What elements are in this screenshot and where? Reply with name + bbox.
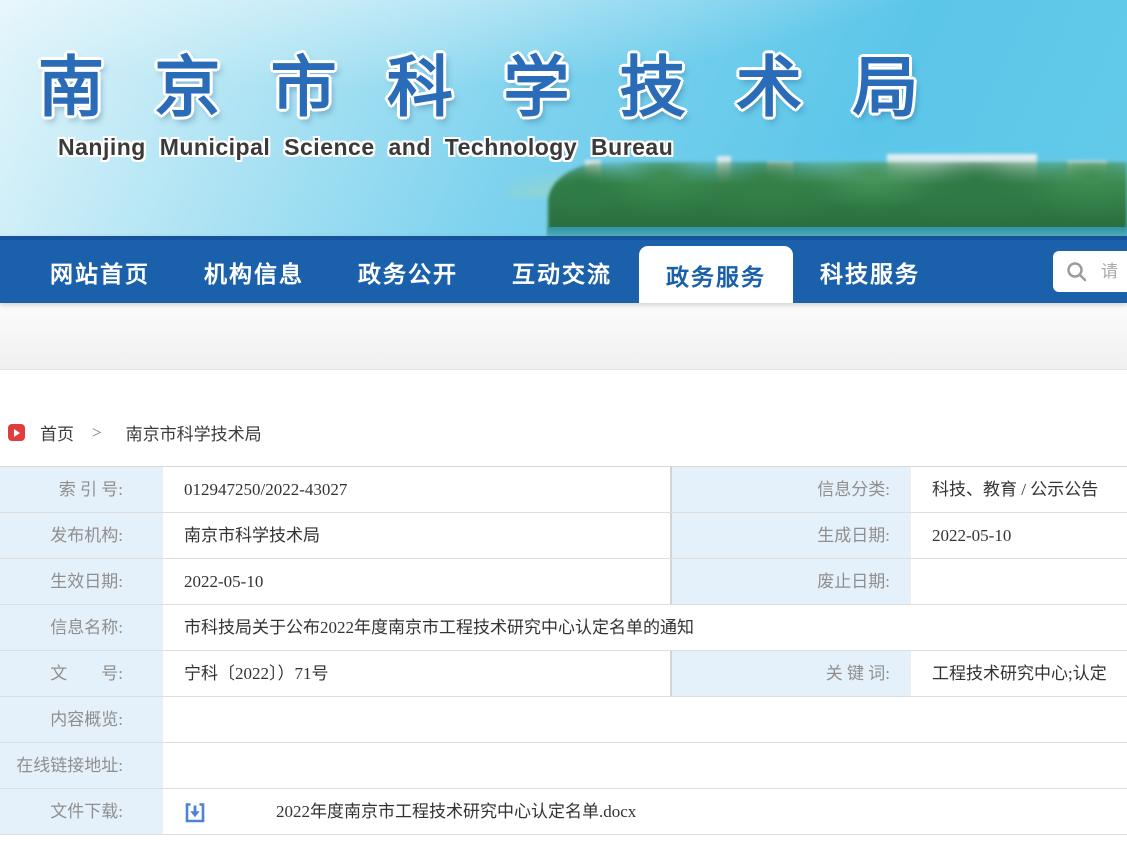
search-input[interactable] <box>1099 261 1127 283</box>
nav-sub-band <box>0 303 1127 370</box>
download-file-link[interactable]: 2022年度南京市工程技术研究中心认定名单.docx <box>276 789 636 834</box>
site-title-chinese: 南 京 市 科 学 技 术 局 <box>38 34 934 130</box>
value-online-link <box>163 743 1127 788</box>
table-row-index-number: 索 引 号: 012947250/2022-43027 信息分类: 科技、教育 … <box>0 467 1127 513</box>
nav-item-gov-services-active[interactable]: 政务服务 <box>639 246 793 303</box>
label-index-number: 索 引 号: <box>0 467 163 512</box>
value-keywords: 工程技术研究中心;认定 <box>911 651 1127 696</box>
value-content-overview <box>163 697 1127 742</box>
value-creation-date: 2022-05-10 <box>911 513 1127 558</box>
download-icon[interactable] <box>184 801 206 824</box>
value-info-title: 市科技局关于公布2022年度南京市工程技术研究中心认定名单的通知 <box>163 605 1127 650</box>
label-file-download: 文件下载: <box>0 789 163 834</box>
label-content-overview: 内容概览: <box>0 697 163 742</box>
table-row-effective-date: 生效日期: 2022-05-10 废止日期: <box>0 559 1127 605</box>
value-effective-date: 2022-05-10 <box>163 559 672 604</box>
label-repeal-date: 废止日期: <box>672 559 911 604</box>
label-document-number: 文 号: <box>0 651 163 696</box>
value-file-download: 2022年度南京市工程技术研究中心认定名单.docx <box>163 789 1127 834</box>
breadcrumb-current[interactable]: 南京市科学技术局 <box>126 420 262 445</box>
breadcrumb-home-link[interactable]: 首页 <box>40 420 74 445</box>
site-title-english: Nanjing Municipal Science and Technology… <box>58 134 673 161</box>
table-row-online-link: 在线链接地址: <box>0 743 1127 789</box>
nav-item-home[interactable]: 网站首页 <box>23 240 177 303</box>
label-effective-date: 生效日期: <box>0 559 163 604</box>
banner-treeline-art <box>548 162 1127 236</box>
label-creation-date: 生成日期: <box>672 513 911 558</box>
search-box[interactable] <box>1053 251 1127 292</box>
nav-item-organization[interactable]: 机构信息 <box>177 240 331 303</box>
document-info-table: 索 引 号: 012947250/2022-43027 信息分类: 科技、教育 … <box>0 466 1127 835</box>
label-issuing-agency: 发布机构: <box>0 513 163 558</box>
value-document-number: 宁科〔2022〕）71号 <box>163 651 672 696</box>
nav-item-interaction[interactable]: 互动交流 <box>485 240 639 303</box>
label-online-link: 在线链接地址: <box>0 743 163 788</box>
nav-item-tech-services[interactable]: 科技服务 <box>793 240 947 303</box>
table-row-content-overview: 内容概览: <box>0 697 1127 743</box>
table-row-issuing-agency: 发布机构: 南京市科学技术局 生成日期: 2022-05-10 <box>0 513 1127 559</box>
table-row-file-download: 文件下载: 2022年度南京市工程技术研究中心认定名单.docx <box>0 789 1127 835</box>
value-issuing-agency: 南京市科学技术局 <box>163 513 672 558</box>
label-info-title: 信息名称: <box>0 605 163 650</box>
label-info-category: 信息分类: <box>672 467 911 512</box>
value-info-category: 科技、教育 / 公示公告 <box>911 467 1127 512</box>
breadcrumb-separator: > <box>92 423 102 443</box>
main-navigation: 网站首页 机构信息 政务公开 互动交流 政务服务 科技服务 <box>0 236 1127 303</box>
breadcrumb-play-icon <box>8 424 25 441</box>
site-banner: 南 京 市 科 学 技 术 局 Nanjing Municipal Scienc… <box>0 0 1127 236</box>
nav-item-gov-disclosure[interactable]: 政务公开 <box>331 240 485 303</box>
banner-water-art <box>548 227 1127 236</box>
value-repeal-date <box>911 559 1127 604</box>
table-row-info-title: 信息名称: 市科技局关于公布2022年度南京市工程技术研究中心认定名单的通知 <box>0 605 1127 651</box>
value-index-number: 012947250/2022-43027 <box>163 467 672 512</box>
search-icon <box>1066 261 1087 282</box>
label-keywords: 关 键 词: <box>672 651 911 696</box>
table-row-document-number: 文 号: 宁科〔2022〕）71号 关 键 词: 工程技术研究中心;认定 <box>0 651 1127 697</box>
breadcrumb: 首页 > 南京市科学技术局 <box>8 420 1127 445</box>
